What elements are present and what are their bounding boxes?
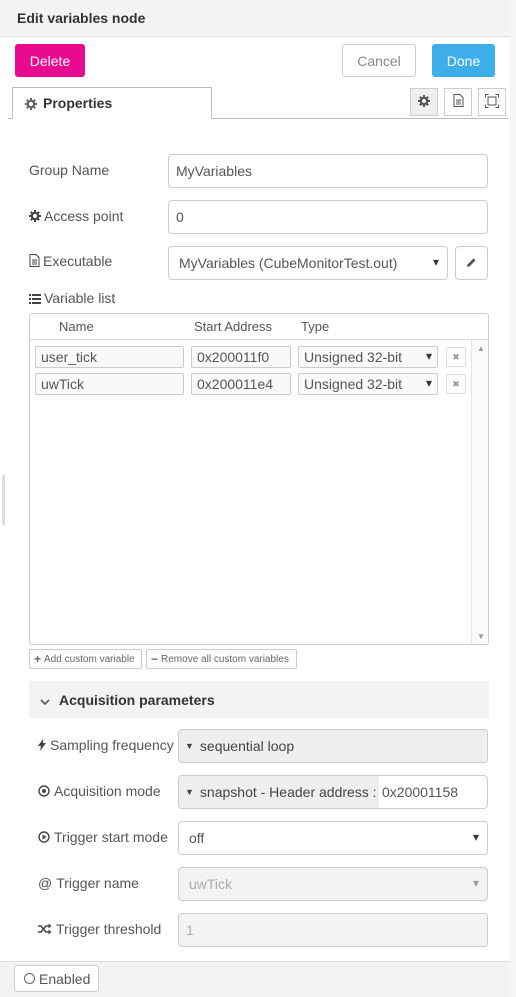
executable-label: Executable: [29, 253, 112, 269]
trigger-threshold-label-text: Trigger threshold: [56, 921, 162, 937]
page-scrollbar[interactable]: [510, 0, 516, 997]
remove-variable-button[interactable]: ✖: [446, 374, 466, 394]
close-icon: ✖: [452, 351, 460, 362]
tab-properties-label: Properties: [43, 95, 113, 111]
variable-name-input[interactable]: user_tick: [35, 346, 184, 368]
enabled-label: Enabled: [39, 970, 91, 987]
add-custom-variable-button[interactable]: + Add custom variable: [29, 649, 142, 669]
chevron-down-icon: [40, 693, 50, 709]
add-custom-variable-label: Add custom variable: [44, 653, 135, 665]
sampling-frequency-dropdown[interactable]: ▼ sequential loop: [179, 730, 487, 762]
trigger-start-mode-select[interactable]: off: [178, 821, 488, 855]
caret-down-icon: ▼: [185, 787, 194, 797]
tab-settings-button[interactable]: [410, 88, 438, 116]
trigger-start-mode-label-text: Trigger start mode: [54, 829, 168, 845]
trigger-start-mode-value: off: [189, 830, 205, 846]
group-name-input[interactable]: MyVariables: [168, 154, 488, 188]
variable-list-label-text: Variable list: [44, 290, 116, 306]
executable-label-text: Executable: [43, 253, 113, 269]
variable-list: Name Start Address Type user_tick 0x2000…: [29, 313, 489, 645]
scroll-up-icon[interactable]: ▲: [477, 344, 485, 353]
tray-header: Edit variables node: [0, 0, 516, 37]
enabled-toggle[interactable]: Enabled: [14, 965, 99, 992]
play-circle-icon: [38, 831, 50, 843]
variable-name-input[interactable]: uwTick: [35, 373, 184, 395]
remove-variable-button[interactable]: ✖: [446, 347, 466, 367]
document-icon: [453, 94, 464, 110]
trigger-name-value: uwTick: [189, 876, 233, 892]
trigger-start-mode-label: Trigger start mode: [38, 829, 168, 845]
cancel-button[interactable]: Cancel: [342, 44, 416, 77]
access-point-input[interactable]: 0: [168, 200, 488, 234]
trigger-name-label-text: Trigger name: [56, 875, 139, 891]
at-icon: @: [38, 875, 53, 891]
group-name-label: Group Name: [29, 162, 110, 178]
access-point-label-text: Access point: [44, 208, 124, 224]
sampling-frequency-value: sequential loop: [199, 738, 295, 754]
variable-address-input[interactable]: 0x200011e4: [191, 373, 291, 395]
acquisition-mode-dropdown[interactable]: ▼ snapshot - Header address :: [179, 776, 379, 808]
list-icon: [29, 294, 41, 304]
variable-address-input[interactable]: 0x200011f0: [191, 346, 291, 368]
frame-icon: [485, 93, 499, 111]
acquisition-mode-label-text: Acquisition mode: [54, 783, 161, 799]
variable-type-select[interactable]: Unsigned 32-bit: [298, 346, 438, 368]
document-icon: [29, 254, 40, 267]
group-name-value: MyVariables: [176, 163, 252, 179]
edit-executable-button[interactable]: [455, 246, 488, 280]
trigger-threshold-input[interactable]: 1: [178, 913, 488, 947]
access-point-label: Access point: [29, 208, 123, 224]
acquisition-mode-type: snapshot - Header address :: [199, 784, 377, 800]
column-header-start-address: Start Address: [194, 319, 273, 334]
tab-appearance-button[interactable]: [478, 88, 506, 116]
column-header-type: Type: [301, 319, 330, 334]
tray-title: Edit variables node: [17, 10, 146, 26]
circle-icon: [24, 973, 35, 984]
plus-icon: +: [34, 652, 42, 666]
pencil-icon: [466, 255, 477, 271]
variable-list-header: Name Start Address Type: [30, 314, 488, 340]
acquisition-section-toggle[interactable]: Acquisition parameters: [29, 681, 489, 718]
shuffle-icon: [38, 923, 52, 935]
gear-icon: [418, 94, 430, 110]
minus-icon: −: [151, 652, 159, 666]
sampling-frequency-label: Sampling frequency: [38, 737, 174, 753]
trigger-threshold-value: 1: [186, 922, 194, 938]
done-button[interactable]: Done: [432, 44, 495, 77]
acquisition-mode-label: Acquisition mode: [38, 783, 161, 799]
target-icon: [38, 785, 50, 797]
bolt-icon: [38, 739, 46, 751]
acquisition-section-title: Acquisition parameters: [59, 692, 215, 708]
executable-value: MyVariables (CubeMonitorTest.out): [179, 255, 398, 271]
variable-list-label: Variable list: [29, 290, 115, 306]
access-point-value: 0: [176, 209, 184, 225]
close-icon: ✖: [452, 378, 460, 389]
resize-handle[interactable]: [2, 475, 5, 525]
trigger-name-label: @ Trigger name: [38, 875, 139, 891]
tab-properties[interactable]: Properties: [12, 87, 212, 119]
sampling-frequency-label-text: Sampling frequency: [50, 737, 174, 753]
trigger-threshold-label: Trigger threshold: [38, 921, 161, 937]
variable-type-select[interactable]: Unsigned 32-bit: [298, 373, 438, 395]
column-header-name: Name: [59, 319, 94, 334]
trigger-name-select[interactable]: uwTick: [178, 867, 488, 901]
variable-list-scrollbar[interactable]: ▲ ▼: [471, 340, 488, 644]
sampling-frequency-select[interactable]: ▼ sequential loop: [178, 729, 488, 763]
remove-all-variables-button[interactable]: − Remove all custom variables: [146, 649, 297, 669]
delete-button[interactable]: Delete: [15, 44, 85, 77]
gear-icon: [29, 210, 41, 222]
caret-down-icon: ▼: [185, 741, 194, 751]
acquisition-mode-input[interactable]: ▼ snapshot - Header address : 0x20001158: [178, 775, 488, 809]
remove-all-variables-label: Remove all custom variables: [161, 653, 289, 665]
header-address-value[interactable]: 0x20001158: [382, 784, 458, 800]
gear-icon: [25, 97, 37, 113]
tab-description-button[interactable]: [444, 88, 472, 116]
scroll-down-icon[interactable]: ▼: [477, 632, 485, 641]
executable-select[interactable]: MyVariables (CubeMonitorTest.out): [168, 246, 448, 280]
